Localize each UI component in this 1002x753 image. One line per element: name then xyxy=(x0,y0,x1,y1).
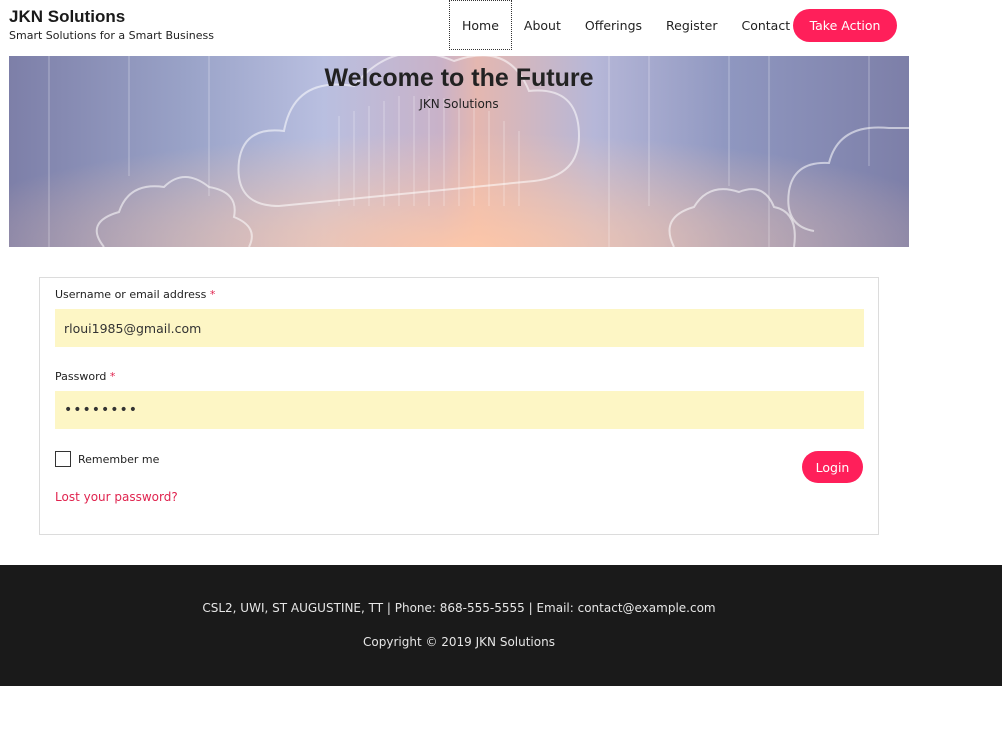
nav-item-register[interactable]: Register xyxy=(654,0,729,50)
site-title[interactable]: JKN Solutions xyxy=(9,7,125,27)
remember-me[interactable]: Remember me xyxy=(55,451,159,467)
remember-me-checkbox[interactable] xyxy=(55,451,71,467)
hero-subtitle: JKN Solutions xyxy=(419,97,499,111)
nav-item-about[interactable]: About xyxy=(512,0,573,50)
login-button[interactable]: Login xyxy=(802,451,863,483)
take-action-button[interactable]: Take Action xyxy=(793,9,897,42)
password-value: •••••••• xyxy=(64,402,139,418)
password-field[interactable]: •••••••• xyxy=(55,391,864,429)
username-field[interactable]: rloui1985@gmail.com xyxy=(55,309,864,347)
hero-title: Welcome to the Future xyxy=(324,64,594,92)
required-marker: * xyxy=(209,288,216,301)
site-header: JKN Solutions Smart Solutions for a Smar… xyxy=(0,0,1002,56)
nav-item-offerings[interactable]: Offerings xyxy=(573,0,654,50)
remember-me-label[interactable]: Remember me xyxy=(78,453,159,466)
lost-password-link[interactable]: Lost your password? xyxy=(55,490,178,504)
required-marker: * xyxy=(109,370,116,383)
login-form: Username or email address * rloui1985@gm… xyxy=(39,277,879,535)
site-footer: CSL2, UWI, ST AUGUSTINE, TT | Phone: 868… xyxy=(0,565,1002,686)
site-tagline: Smart Solutions for a Smart Business xyxy=(9,29,214,42)
username-label: Username or email address * xyxy=(55,288,215,301)
nav-item-home[interactable]: Home xyxy=(449,0,512,50)
nav-item-contact[interactable]: Contact xyxy=(729,0,802,50)
username-label-text: Username or email address xyxy=(55,288,207,301)
password-label: Password * xyxy=(55,370,115,383)
hero-banner: Welcome to the Future JKN Solutions xyxy=(9,56,909,247)
username-value: rloui1985@gmail.com xyxy=(64,320,202,336)
footer-contact-line: CSL2, UWI, ST AUGUSTINE, TT | Phone: 868… xyxy=(202,601,716,615)
password-label-text: Password xyxy=(55,370,107,383)
footer-copyright: Copyright © 2019 JKN Solutions xyxy=(363,635,555,649)
main-nav: Home About Offerings Register Contact xyxy=(449,0,802,50)
